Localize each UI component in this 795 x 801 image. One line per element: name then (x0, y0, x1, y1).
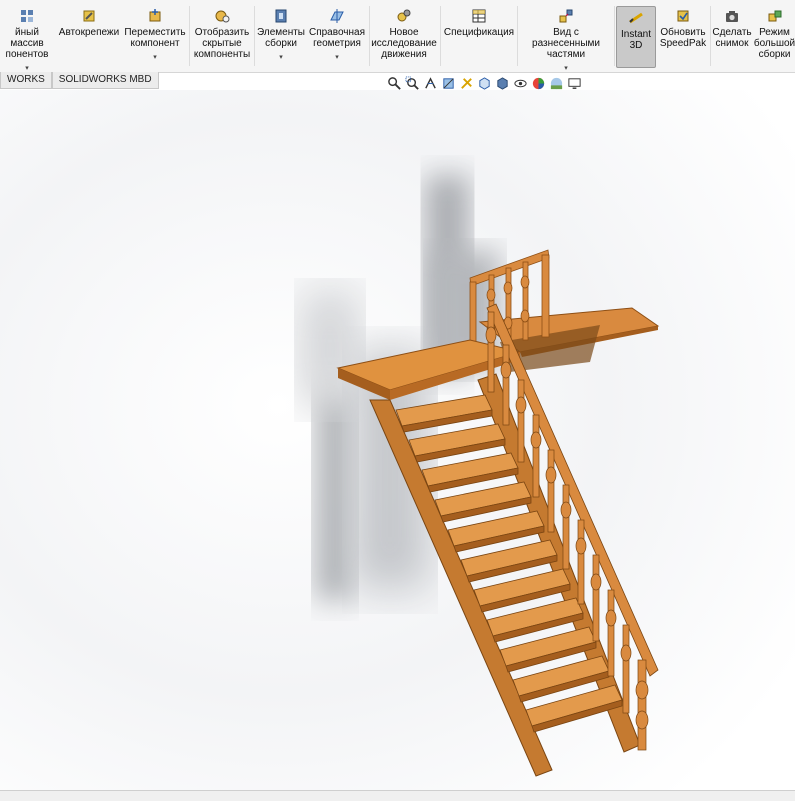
pattern-icon (21, 10, 33, 22)
command-manager-ribbon: йный массив понентов ▾ Автокрепежи Перем… (0, 0, 795, 73)
autofasteners-button[interactable]: Автокрепежи (58, 8, 120, 38)
staircase-model (0, 90, 795, 790)
status-strip (0, 790, 795, 801)
section-view-icon[interactable] (441, 76, 456, 91)
snapshot-label-2: снимок (715, 38, 749, 49)
bill-of-materials-button[interactable]: Спецификация (442, 8, 516, 38)
graphics-area[interactable] (0, 90, 795, 790)
exploded-view-icon (559, 9, 573, 23)
ribbon-separator (614, 6, 615, 66)
fastener-icon (83, 10, 95, 22)
chevron-down-icon[interactable]: ▾ (564, 63, 568, 74)
chevron-down-icon[interactable]: ▾ (335, 52, 339, 63)
bom-label: Спецификация (443, 27, 515, 38)
motion-label-2: исследование (371, 38, 437, 49)
assembly-features-label-2: сборки (265, 38, 297, 49)
command-manager-tabs: WORKS SOLIDWORKS MBD (0, 72, 159, 89)
apply-scene-icon[interactable] (549, 76, 564, 91)
zoom-to-fit-icon[interactable] (387, 76, 402, 91)
hide-show-items-icon[interactable] (513, 76, 528, 91)
ribbon-separator (189, 6, 190, 66)
zoom-area-icon[interactable] (405, 76, 420, 91)
pattern-label-1: йный массив (10, 27, 44, 49)
move-component-icon (149, 9, 161, 22)
large-assembly-label-1: Режим (759, 27, 790, 38)
assembly-features-icon (275, 9, 287, 23)
exploded-label-1: Вид с разнесенными (532, 27, 600, 49)
update-speedpak-button[interactable]: Обновить SpeedPak (658, 8, 708, 49)
tab-solidworks-addins[interactable]: WORKS (0, 72, 52, 89)
snapshot-label-1: Сделать (712, 27, 752, 38)
assembly-features-label-1: Элементы (257, 27, 305, 38)
show-hidden-label-3: компоненты (193, 49, 251, 60)
instant3d-button[interactable]: Instant 3D (616, 6, 656, 68)
motion-label-1: Новое (389, 27, 419, 38)
display-style-icon[interactable] (495, 76, 510, 91)
move-label-1: Переместить (124, 27, 186, 38)
previous-view-icon[interactable] (423, 76, 438, 91)
ref-geometry-label-1: Справочная (308, 27, 365, 38)
speedpak-label-1: Обновить (660, 27, 706, 38)
view-orientation-icon[interactable] (477, 76, 492, 91)
instant3d-icon (629, 12, 643, 24)
tab-solidworks-mbd[interactable]: SOLIDWORKS MBD (51, 72, 159, 89)
exploded-view-button[interactable]: Вид с разнесенными частями ▾ (518, 8, 614, 74)
reference-geometry-icon (330, 9, 344, 23)
ribbon-separator (440, 6, 441, 66)
camera-icon (726, 11, 738, 22)
motion-label-3: движения (381, 49, 427, 60)
instant3d-label-1: Instant (620, 29, 652, 40)
chevron-down-icon[interactable]: ▾ (279, 52, 283, 63)
dynamic-annotation-icon[interactable] (459, 76, 474, 91)
table-icon (472, 9, 486, 23)
heads-up-view-toolbar (387, 76, 582, 91)
speedpak-label-2: SpeedPak (659, 38, 707, 49)
pattern-label-2: понентов (5, 49, 49, 60)
move-label-2: компонент (130, 38, 180, 49)
autofasteners-label: Автокрепежи (58, 27, 120, 38)
large-assembly-label-2: большой (753, 38, 795, 49)
linear-pattern-button[interactable]: йный массив понентов ▾ (0, 8, 54, 74)
take-snapshot-button[interactable]: Сделать снимок (712, 8, 752, 49)
view-settings-icon[interactable] (567, 76, 582, 91)
reference-geometry-button[interactable]: Справочная геометрия ▾ (307, 8, 367, 63)
speedpak-icon (677, 10, 689, 22)
show-hidden-label-2: скрытые (202, 38, 242, 49)
ribbon-separator (254, 6, 255, 66)
new-motion-study-button[interactable]: Новое исследование движения (371, 8, 437, 60)
motion-study-icon (397, 9, 411, 22)
ribbon-separator (710, 6, 711, 66)
large-assembly-mode-button[interactable]: Режим большой сборки (754, 8, 795, 60)
move-component-button[interactable]: Переместить компонент ▾ (124, 8, 186, 63)
ribbon-separator (369, 6, 370, 66)
instant3d-label-2: 3D (629, 40, 643, 51)
large-assembly-icon (768, 10, 781, 22)
show-hidden-label-1: Отобразить (194, 27, 250, 38)
assembly-features-button[interactable]: Элементы сборки ▾ (256, 8, 306, 63)
show-hidden-components-button[interactable]: Отобразить скрытые компоненты (192, 8, 252, 60)
large-assembly-label-3: сборки (758, 49, 791, 60)
chevron-down-icon[interactable]: ▾ (153, 52, 157, 63)
show-hidden-icon (215, 10, 230, 23)
ref-geometry-label-2: геометрия (313, 38, 361, 49)
edit-appearance-icon[interactable] (531, 76, 546, 91)
exploded-label-2: частями (546, 49, 586, 60)
